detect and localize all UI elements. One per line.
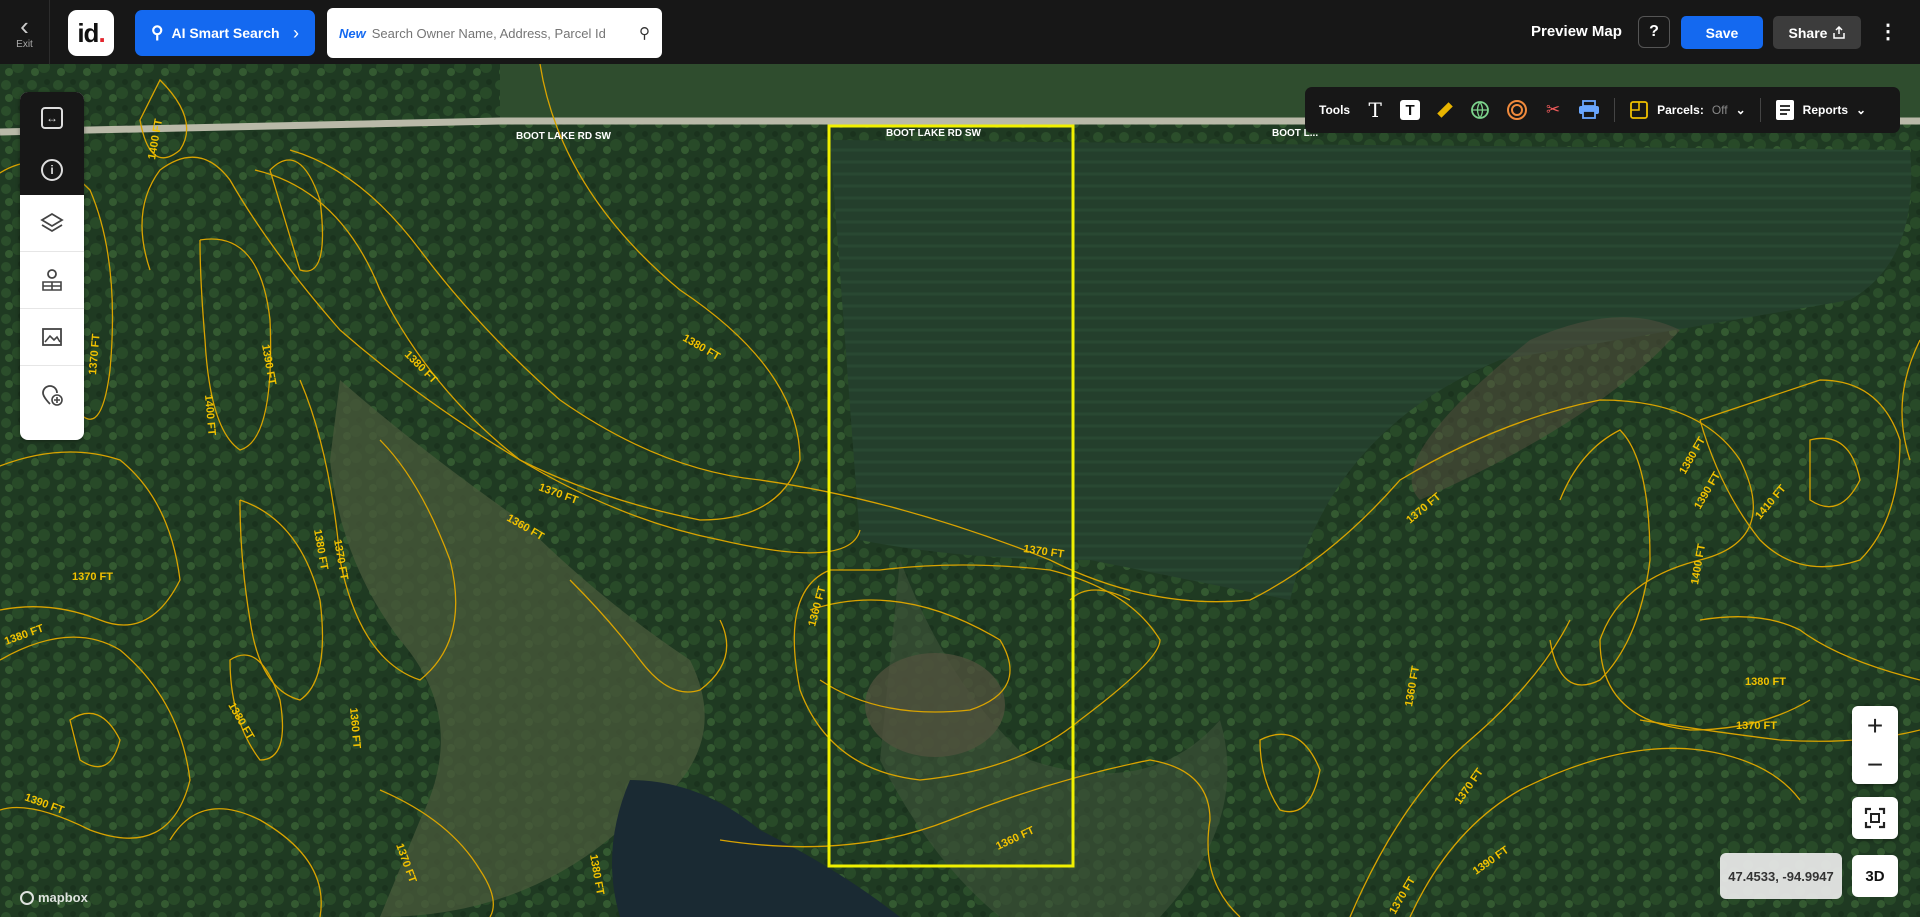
map-canvas[interactable]: BOOT LAKE RD SW BOOT LAKE RD SW BOOT L..… <box>0 64 1920 917</box>
imagery-button[interactable] <box>20 309 84 366</box>
layers-icon <box>40 212 64 233</box>
parcel-map-button[interactable] <box>20 252 84 309</box>
search-input[interactable] <box>371 25 639 41</box>
zoom-out-button[interactable]: − <box>1852 745 1898 784</box>
sidebar-tools-group <box>20 195 84 423</box>
zoom-in-button[interactable]: + <box>1852 706 1898 745</box>
ai-smart-search-button[interactable]: ⚲ AI Smart Search › <box>135 10 315 56</box>
toolbar-divider <box>1759 98 1761 122</box>
logo-dot: . <box>98 17 105 48</box>
road-label: BOOT LAKE RD SW <box>516 131 612 142</box>
info-button[interactable]: i <box>20 144 84 196</box>
more-options-icon[interactable]: ⋮ <box>1878 18 1898 46</box>
app-logo[interactable]: id. <box>68 10 114 56</box>
parcels-toggle[interactable]: Parcels: Off ⌄ <box>1629 100 1746 120</box>
panel-toggle-icon: ↔ <box>41 107 63 129</box>
exit-label: Exit <box>16 38 33 50</box>
toolbar-divider <box>1614 98 1616 122</box>
parcels-label: Parcels: <box>1657 103 1704 117</box>
measure-ruler-icon[interactable] <box>1434 99 1456 121</box>
share-icon <box>1833 26 1846 39</box>
search-icon: ⚲ <box>151 23 164 42</box>
text-box-tool-icon[interactable]: T <box>1400 100 1421 120</box>
parcels-state: Off <box>1711 103 1728 117</box>
mapbox-label: mapbox <box>38 890 88 905</box>
tools-label: Tools <box>1319 103 1351 117</box>
text-tool-icon[interactable]: T <box>1364 98 1386 122</box>
reports-dropdown[interactable]: Reports ⌄ <box>1775 99 1866 121</box>
print-icon[interactable] <box>1578 99 1600 121</box>
tools-bar: Tools T T ✂ Parcels: Off ⌄ Reports ⌄ <box>1305 87 1900 133</box>
layers-button[interactable] <box>20 195 84 252</box>
add-location-button[interactable] <box>20 366 84 423</box>
map-pin-grid-icon <box>42 269 62 291</box>
exit-button[interactable]: ‹ Exit <box>0 0 50 64</box>
road-label: BOOT LAKE RD SW <box>886 128 982 139</box>
left-sidebar: ↔ i <box>20 92 84 440</box>
globe-pin-icon[interactable] <box>1470 99 1492 121</box>
radius-target-icon[interactable] <box>1506 99 1528 121</box>
mapbox-logo-icon <box>20 890 34 905</box>
parcels-icon <box>1630 101 1649 119</box>
top-bar: ‹ Exit id. ⚲ AI Smart Search › New ⚲ Pre… <box>0 0 1920 64</box>
focus-frame-icon <box>1864 807 1886 829</box>
contour-label: 1370 FT <box>1736 720 1777 732</box>
info-icon: i <box>41 159 63 181</box>
search-icon[interactable]: ⚲ <box>639 24 650 42</box>
contour-label: 1380 FT <box>1745 676 1786 688</box>
ai-search-label: AI Smart Search <box>171 25 280 41</box>
save-button[interactable]: Save <box>1681 16 1763 49</box>
preview-map-button[interactable]: Preview Map <box>1531 23 1622 40</box>
logo-text: id <box>77 17 99 48</box>
share-button[interactable]: Share <box>1773 16 1861 49</box>
chevron-down-icon: ⌄ <box>1856 103 1867 117</box>
share-label: Share <box>1788 24 1828 41</box>
mapbox-attribution[interactable]: mapbox <box>20 890 88 905</box>
chevron-down-icon: ⌄ <box>1735 103 1746 117</box>
new-badge: New <box>339 25 366 41</box>
chevron-left-icon: ‹ <box>20 10 29 41</box>
split-scissors-icon[interactable]: ✂ <box>1542 99 1564 121</box>
help-button[interactable]: ? <box>1638 16 1670 48</box>
reports-label: Reports <box>1802 103 1849 117</box>
sidebar-top-group: ↔ i <box>20 92 84 195</box>
search-bar[interactable]: New ⚲ <box>327 8 662 58</box>
contour-label: 1370 FT <box>72 571 113 583</box>
satellite-map: BOOT LAKE RD SW BOOT LAKE RD SW BOOT L..… <box>0 64 1920 917</box>
sidebar-toggle-button[interactable]: ↔ <box>20 92 84 144</box>
add-pin-icon <box>42 384 63 406</box>
report-document-icon <box>1775 100 1794 120</box>
image-icon <box>42 328 62 346</box>
coordinates-readout: 47.4533, -94.9947 <box>1720 853 1842 899</box>
3d-view-button[interactable]: 3D <box>1852 855 1898 897</box>
zoom-controls: + − <box>1852 706 1898 784</box>
chevron-right-icon: › <box>293 22 299 43</box>
fit-to-parcel-button[interactable] <box>1852 797 1898 839</box>
